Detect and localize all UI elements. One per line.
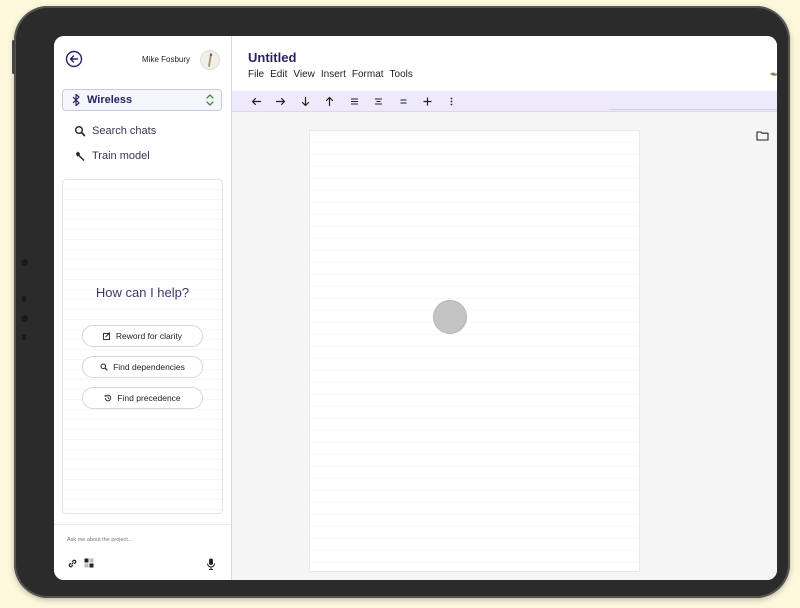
find-precedence-label: Find precedence [117, 393, 181, 403]
nav-search-chats[interactable]: Search chats [74, 125, 156, 137]
spacing-button[interactable] [396, 94, 410, 108]
align-justify-icon [350, 97, 358, 105]
arrow-left-icon [251, 97, 261, 105]
edit-icon [102, 332, 111, 340]
bird-icon [770, 72, 777, 76]
mic-icon[interactable] [206, 558, 216, 570]
arrow-right-icon [275, 97, 285, 105]
search-icon [75, 126, 86, 137]
equals-icon [400, 98, 406, 104]
menu-view[interactable]: View [293, 69, 315, 80]
document-area: Untitled File Edit View Insert Format To… [232, 36, 777, 580]
camera-dot [21, 259, 28, 266]
more-vertical-icon [450, 97, 452, 105]
sidebar: Mike Fosbury Wireless Search chats Train… [54, 36, 232, 580]
screen: Mike Fosbury Wireless Search chats Train… [54, 36, 777, 580]
reword-for-clarity-label: Reword for clarity [115, 331, 183, 341]
toolbar-divider [609, 109, 777, 110]
document-title[interactable]: Untitled [248, 50, 296, 65]
wrench-icon [76, 151, 85, 161]
move-up-button[interactable] [322, 94, 336, 108]
menu-insert[interactable]: Insert [321, 69, 346, 80]
avatar-figure-icon [208, 53, 213, 67]
find-dependencies-label: Find dependencies [113, 362, 185, 372]
arrow-down-icon [301, 96, 309, 106]
plus-icon [423, 97, 431, 105]
document-header: Untitled File Edit View Insert Format To… [232, 36, 777, 91]
user-name: Mike Fosbury [142, 55, 191, 64]
search-icon [100, 363, 108, 371]
more-options-button[interactable] [444, 94, 458, 108]
assistant-panel: How can I help? Reword for clarity Find … [62, 179, 223, 514]
formatting-toolbar [232, 91, 777, 112]
folder-icon[interactable] [756, 130, 769, 141]
nav-train-model-label: Train model [92, 150, 150, 162]
menu-file[interactable]: File [248, 69, 264, 80]
menu-bar: File Edit View Insert Format Tools [248, 69, 413, 80]
menu-edit[interactable]: Edit [270, 69, 287, 80]
apps-icon[interactable] [84, 558, 94, 568]
nav-train-model[interactable]: Train model [74, 150, 150, 162]
undo-button[interactable] [249, 94, 263, 108]
volume-button [12, 40, 15, 74]
find-precedence-button[interactable]: Find precedence [82, 387, 203, 409]
chat-input[interactable] [67, 537, 207, 543]
history-icon [104, 394, 112, 402]
sensor-dot [22, 334, 26, 340]
redo-button[interactable] [273, 94, 287, 108]
find-dependencies-button[interactable]: Find dependencies [82, 356, 203, 378]
back-arrow-icon[interactable] [65, 50, 83, 68]
move-down-button[interactable] [298, 94, 312, 108]
align-center-button[interactable] [371, 94, 385, 108]
arrow-up-icon [325, 96, 333, 106]
bluetooth-icon [72, 93, 80, 107]
menu-tools[interactable]: Tools [390, 69, 413, 80]
document-page[interactable] [309, 130, 640, 572]
justify-button[interactable] [347, 94, 361, 108]
avatar[interactable] [200, 50, 220, 70]
connection-label: Wireless [87, 94, 133, 106]
assistant-prompt: How can I help? [95, 285, 190, 300]
connection-selector[interactable]: Wireless [62, 89, 222, 111]
chat-composer [54, 524, 231, 580]
reword-for-clarity-button[interactable]: Reword for clarity [82, 325, 203, 347]
menu-format[interactable]: Format [352, 69, 384, 80]
nav-search-chats-label: Search chats [92, 125, 157, 137]
sensor-dot [22, 296, 26, 302]
tablet-frame: Mike Fosbury Wireless Search chats Train… [12, 6, 790, 598]
align-center-icon [374, 97, 382, 105]
updown-chevron-icon [206, 94, 214, 106]
touch-cursor [433, 300, 467, 334]
link-icon[interactable] [67, 558, 78, 569]
insert-button[interactable] [420, 94, 434, 108]
camera-dot [21, 315, 28, 322]
